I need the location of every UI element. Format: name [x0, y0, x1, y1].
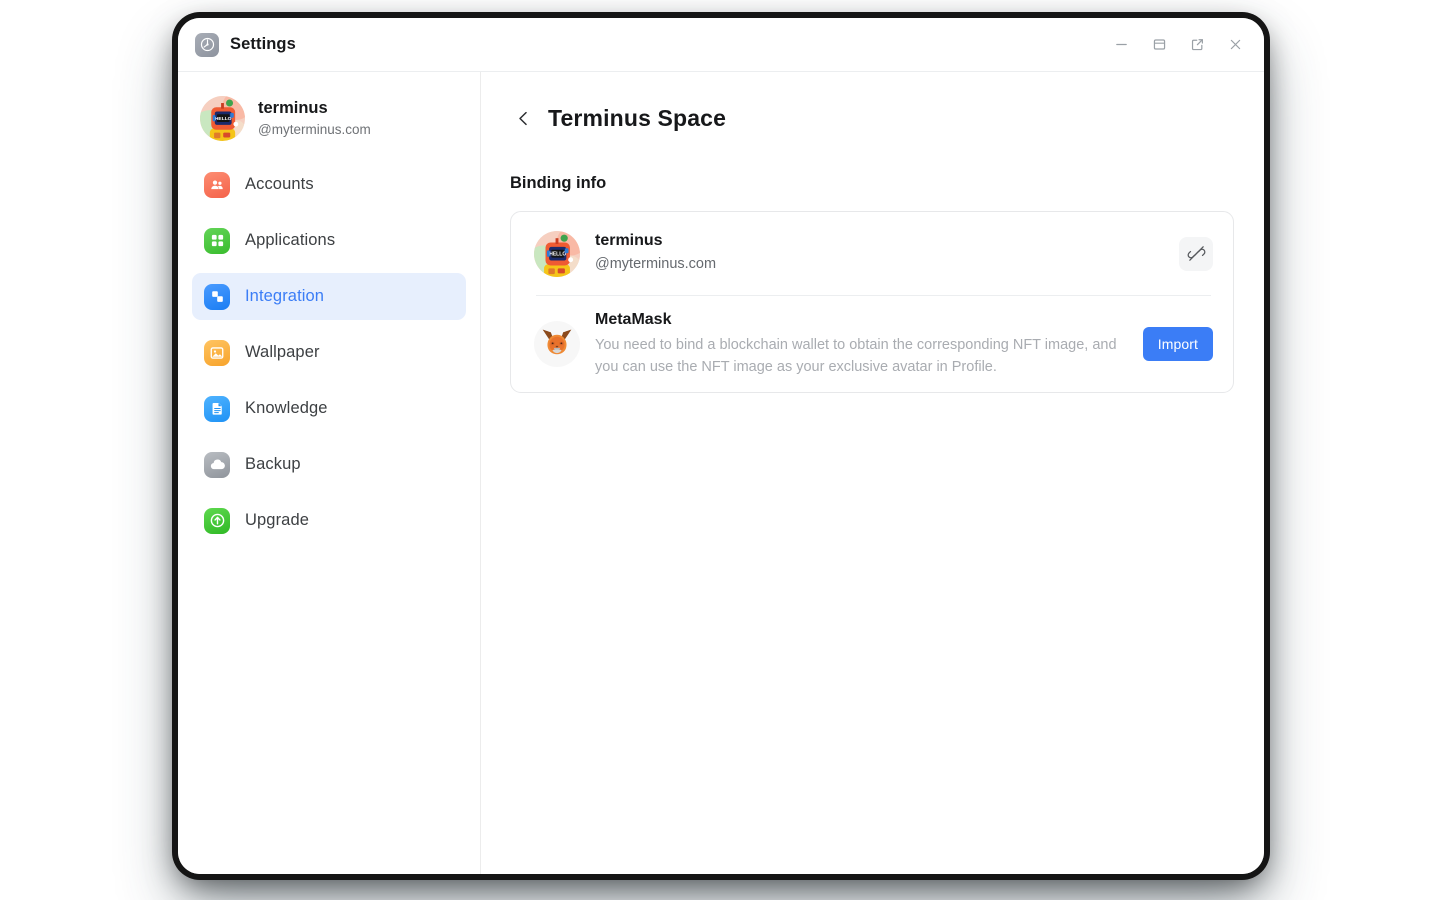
desktop-backdrop: Settings HELLO terminus @myterminus.com … [0, 0, 1440, 900]
sidebar-item-label: Upgrade [245, 511, 309, 529]
sidebar-item-label: Wallpaper [245, 343, 320, 361]
close-button[interactable] [1220, 30, 1250, 60]
binding-row-terminus: HELLO terminus @myterminus.com [511, 212, 1233, 295]
sidebar-item-label: Backup [245, 455, 301, 473]
sidebar-item-label: Integration [245, 287, 325, 305]
unlink-icon[interactable] [1179, 236, 1213, 271]
svg-text:HELLO: HELLO [549, 251, 566, 257]
chevron-left-icon[interactable] [510, 105, 536, 131]
restore-button[interactable] [1144, 30, 1174, 60]
binding-row-metamask: MetaMask You need to bind a blockchain w… [511, 296, 1233, 392]
binding-info-card: HELLO terminus @myterminus.com MetaMask … [510, 211, 1234, 393]
sidebar-item-accounts[interactable]: Accounts [192, 161, 466, 208]
main-content: Terminus Space Binding info HELLO termin… [481, 72, 1264, 874]
upgrade-icon [204, 507, 230, 534]
page-title: Terminus Space [548, 104, 727, 131]
sidebar: HELLO terminus @myterminus.com Accounts … [178, 72, 481, 874]
avatar: HELLO [200, 96, 245, 141]
window-titlebar[interactable]: Settings [178, 18, 1264, 72]
import-button[interactable]: Import [1142, 327, 1213, 361]
sidebar-item-wallpaper[interactable]: Wallpaper [192, 329, 466, 376]
profile-name: terminus [258, 98, 328, 117]
accounts-icon [204, 171, 230, 198]
metamask-fox-icon [534, 321, 580, 367]
window-controls [1106, 18, 1250, 71]
profile-handle: @myterminus.com [258, 121, 371, 137]
sidebar-profile[interactable]: HELLO terminus @myterminus.com [192, 90, 466, 147]
minimize-button[interactable] [1106, 30, 1136, 60]
sidebar-item-integration[interactable]: Integration [192, 273, 466, 320]
binding-name: terminus [595, 232, 663, 250]
binding-description: You need to bind a blockchain wallet to … [595, 336, 1117, 375]
knowledge-icon [204, 395, 230, 422]
avatar: HELLO [534, 230, 580, 277]
svg-text:HELLO: HELLO [215, 116, 232, 122]
settings-window: Settings HELLO terminus @myterminus.com … [178, 18, 1264, 874]
sidebar-item-label: Knowledge [245, 399, 328, 417]
sidebar-item-backup[interactable]: Backup [192, 441, 466, 488]
page-header: Terminus Space [510, 102, 1234, 134]
binding-handle: @myterminus.com [595, 256, 717, 273]
section-title: Binding info [510, 174, 607, 192]
sidebar-item-knowledge[interactable]: Knowledge [192, 385, 466, 432]
popout-button[interactable] [1182, 30, 1212, 60]
sidebar-item-label: Applications [245, 231, 336, 249]
sidebar-item-upgrade[interactable]: Upgrade [192, 497, 466, 544]
binding-name: MetaMask [595, 311, 672, 329]
sidebar-item-applications[interactable]: Applications [192, 217, 466, 264]
wallpaper-icon [204, 339, 230, 366]
window-title: Settings [230, 35, 296, 53]
backup-icon [204, 451, 230, 478]
sidebar-item-label: Accounts [245, 175, 314, 193]
settings-gear-icon [195, 32, 219, 57]
window-body: HELLO terminus @myterminus.com Accounts … [178, 72, 1264, 874]
integration-icon [204, 283, 230, 310]
applications-icon [204, 227, 230, 254]
